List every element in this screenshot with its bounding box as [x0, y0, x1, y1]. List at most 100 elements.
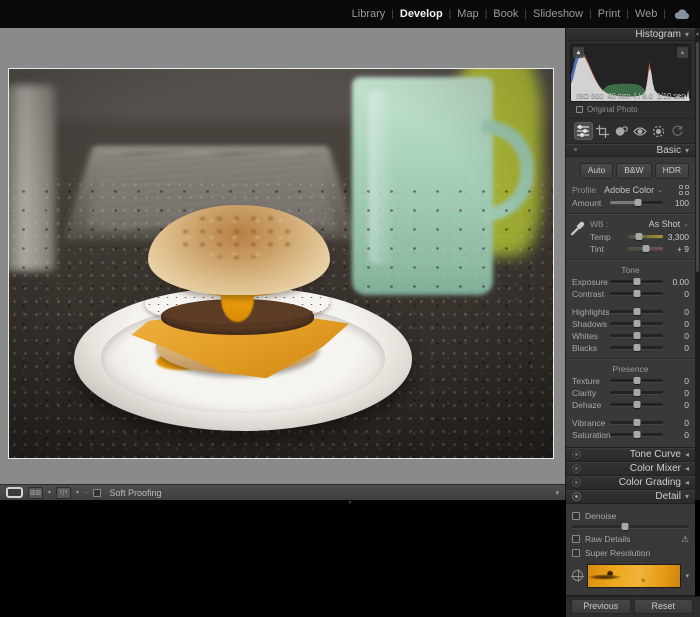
- denoise-checkbox[interactable]: [572, 512, 580, 520]
- module-book[interactable]: Book: [487, 8, 524, 20]
- vibrance-slider[interactable]: [610, 421, 663, 424]
- amount-value[interactable]: 100: [663, 198, 689, 208]
- basic-title: Basic: [657, 145, 689, 156]
- detail-toggle-icon[interactable]: [572, 492, 581, 501]
- sync-icon[interactable]: [668, 122, 687, 140]
- chevron-down-icon[interactable]: ▾: [76, 489, 79, 496]
- shadows-value[interactable]: 0: [663, 319, 689, 329]
- separator: –: [84, 488, 88, 497]
- cloud-sync-icon[interactable]: [674, 9, 690, 20]
- detail-zoom-target-icon[interactable]: [572, 570, 583, 581]
- before-after-view-button[interactable]: Y|Y: [56, 487, 71, 499]
- whites-slider[interactable]: [610, 334, 663, 337]
- module-map[interactable]: Map: [451, 8, 484, 20]
- temp-value[interactable]: 3,300: [663, 232, 689, 242]
- loupe-view-button[interactable]: [6, 487, 23, 498]
- auto-button[interactable]: Auto: [580, 163, 614, 179]
- clarity-slider[interactable]: [610, 391, 663, 394]
- photo-preview[interactable]: [8, 68, 554, 459]
- bw-button[interactable]: B&W: [616, 163, 651, 179]
- clarity-value[interactable]: 0: [663, 388, 689, 398]
- edit-sliders-icon[interactable]: [574, 122, 593, 140]
- previous-button[interactable]: Previous: [571, 599, 631, 614]
- color-grading-header[interactable]: Color Grading: [566, 476, 695, 490]
- raw-details-checkbox[interactable]: [572, 535, 580, 543]
- toolbar-options-icon[interactable]: ▾: [555, 489, 559, 497]
- module-print[interactable]: Print: [592, 8, 627, 20]
- wb-value[interactable]: As Shot: [649, 219, 681, 229]
- whites-slider-row: Whites 0: [572, 331, 689, 341]
- color-grading-toggle-icon[interactable]: [572, 478, 581, 487]
- super-resolution-checkbox[interactable]: [572, 549, 580, 557]
- texture-slider[interactable]: [610, 379, 663, 382]
- dehaze-slider[interactable]: [610, 403, 663, 406]
- panel-end-icon: [572, 146, 581, 155]
- highlights-slider[interactable]: [610, 310, 663, 313]
- amount-slider[interactable]: [610, 201, 663, 204]
- contrast-value[interactable]: 0: [663, 289, 689, 299]
- scroll-up-icon[interactable]: ▲: [695, 31, 700, 37]
- red-eye-icon[interactable]: [631, 122, 650, 140]
- saturation-label: Saturation: [572, 430, 610, 440]
- whites-value[interactable]: 0: [663, 331, 689, 341]
- detail-preview-thumbnail[interactable]: [587, 564, 681, 588]
- chevron-down-icon[interactable]: ▾: [48, 489, 51, 496]
- vibrance-value[interactable]: 0: [663, 418, 689, 428]
- reset-button[interactable]: Reset: [634, 599, 694, 614]
- scrollbar-thumb[interactable]: [696, 42, 699, 272]
- highlight-clipping-indicator[interactable]: ▲: [677, 47, 688, 58]
- exposure-slider[interactable]: [610, 280, 663, 283]
- dehaze-value[interactable]: 0: [663, 400, 689, 410]
- module-library[interactable]: Library: [346, 8, 392, 20]
- soft-proofing-label: Soft Proofing: [109, 488, 161, 498]
- blacks-value[interactable]: 0: [663, 343, 689, 353]
- highlights-slider-row: Highlights 0: [572, 307, 689, 317]
- tint-slider[interactable]: [628, 247, 663, 250]
- chevron-down-icon[interactable]: ▾: [685, 572, 689, 580]
- original-photo-checkbox[interactable]: [576, 106, 583, 113]
- white-balance-eyedropper-icon[interactable]: [570, 220, 586, 240]
- texture-value[interactable]: 0: [663, 376, 689, 386]
- color-mixer-toggle-icon[interactable]: [572, 464, 581, 473]
- saturation-value[interactable]: 0: [663, 430, 689, 440]
- highlights-value[interactable]: 0: [663, 307, 689, 317]
- lightroom-window: Library| Develop| Map| Book| Slideshow| …: [0, 0, 700, 506]
- tone-curve-toggle-icon[interactable]: [572, 450, 581, 459]
- module-slideshow[interactable]: Slideshow: [527, 8, 589, 20]
- saturation-slider[interactable]: [610, 433, 663, 436]
- reference-view-button[interactable]: ▥▥: [28, 487, 43, 499]
- tint-value[interactable]: + 9: [663, 244, 689, 254]
- soft-proofing-checkbox[interactable]: [93, 489, 101, 497]
- amount-slider-row: Amount 100: [572, 198, 689, 208]
- basic-header[interactable]: Basic: [566, 144, 695, 157]
- heal-icon[interactable]: [612, 122, 631, 140]
- contrast-slider-row: Contrast 0: [572, 289, 689, 299]
- separator: |: [663, 9, 666, 20]
- panel-scrollbar[interactable]: ▲: [695, 28, 700, 500]
- shutter-value: 1/10 sec: [657, 91, 685, 100]
- shadows-slider[interactable]: [610, 322, 663, 325]
- wb-label: WB :: [590, 219, 608, 229]
- masking-icon[interactable]: [649, 122, 668, 140]
- shadow-clipping-indicator[interactable]: ▲: [573, 47, 584, 58]
- contrast-slider[interactable]: [610, 292, 663, 295]
- color-mixer-header[interactable]: Color Mixer: [566, 462, 695, 476]
- profile-value[interactable]: Adobe Color: [604, 185, 654, 195]
- chevron-down-icon[interactable]: ⌄: [683, 220, 689, 228]
- vibrance-slider-row: Vibrance 0: [572, 418, 689, 428]
- hdr-button[interactable]: HDR: [655, 163, 689, 179]
- detail-header[interactable]: Detail: [566, 490, 695, 504]
- denoise-slider[interactable]: [572, 525, 689, 528]
- tone-curve-header[interactable]: Tone Curve: [566, 448, 695, 462]
- histogram-plot[interactable]: ▲ ▲ ISO 500 40 mm f / 8.0 1/10 sec: [570, 44, 691, 102]
- histogram-header[interactable]: Histogram: [566, 28, 695, 41]
- presence-section-title: Presence: [572, 364, 689, 374]
- blacks-slider[interactable]: [610, 346, 663, 349]
- module-develop[interactable]: Develop: [394, 8, 449, 20]
- temp-slider[interactable]: [628, 235, 663, 238]
- module-web[interactable]: Web: [629, 8, 663, 20]
- exposure-value[interactable]: 0.00: [663, 277, 689, 287]
- chevron-down-icon[interactable]: ⌄: [657, 186, 663, 194]
- crop-icon[interactable]: [593, 122, 612, 140]
- profile-browser-icon[interactable]: [679, 185, 689, 195]
